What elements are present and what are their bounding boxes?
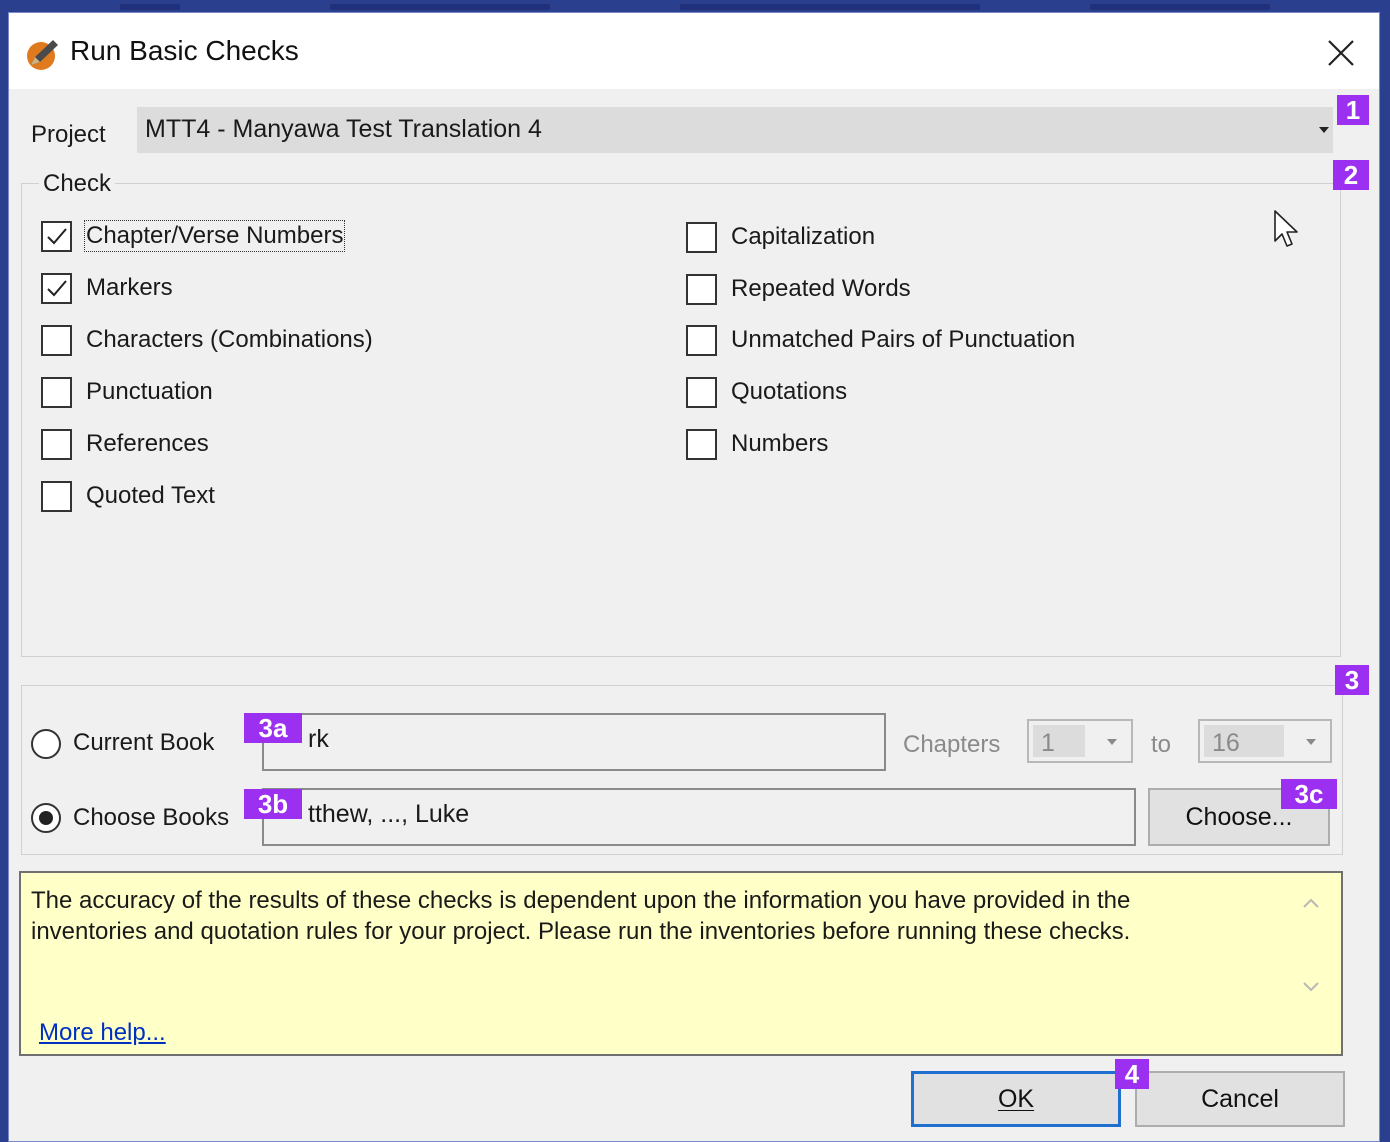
checkbox-box[interactable]	[41, 377, 72, 408]
checkbox-label: Unmatched Pairs of Punctuation	[731, 326, 1076, 353]
checkbox-label: Capitalization	[731, 223, 876, 250]
chevron-down-icon	[1107, 739, 1117, 745]
check-groupbox	[21, 183, 1341, 657]
checkbox-box[interactable]	[686, 377, 717, 408]
project-selected-value: MTT4 - Manyawa Test Translation 4	[145, 115, 542, 143]
title-bar[interactable]: Run Basic Checks	[9, 13, 1379, 89]
ok-button[interactable]: OK	[911, 1071, 1121, 1127]
checkmark-icon	[47, 280, 67, 297]
checkbox-box[interactable]	[686, 222, 717, 253]
checkbox-label: Characters (Combinations)	[86, 326, 373, 353]
checkbox-box[interactable]	[41, 221, 72, 252]
choose-books-value: tthew, ..., Luke	[308, 800, 470, 828]
chapter-to-value: 16	[1212, 729, 1240, 757]
project-dropdown[interactable]: MTT4 - Manyawa Test Translation 4	[137, 107, 1333, 153]
checkbox-label: Chapter/Verse Numbers	[83, 220, 346, 252]
checkbox-box[interactable]	[41, 273, 72, 304]
annotation-badge-3c: 3c	[1281, 779, 1337, 809]
window-title: Run Basic Checks	[70, 35, 299, 66]
to-label: to	[1151, 731, 1172, 758]
checkbox-box[interactable]	[41, 429, 72, 460]
cancel-button-label: Cancel	[1201, 1085, 1279, 1113]
info-message: The accuracy of the results of these che…	[31, 887, 1131, 945]
chapter-from-dropdown[interactable]: 1	[1027, 719, 1133, 763]
annotation-badge-1: 1	[1337, 95, 1369, 125]
checkbox-label: Markers	[86, 274, 173, 301]
more-help-link[interactable]: More help...	[39, 1019, 166, 1047]
check-group-legend: Check	[39, 170, 116, 198]
choose-books-field[interactable]: tthew, ..., Luke	[262, 788, 1136, 846]
current-book-label: Current Book	[73, 729, 215, 756]
mouse-cursor-icon	[1274, 210, 1298, 247]
run-basic-checks-dialog: Run Basic Checks Project MTT4 - Manyawa …	[8, 12, 1380, 1142]
current-book-field[interactable]: rk	[262, 713, 886, 771]
close-icon[interactable]	[1321, 33, 1361, 73]
ok-button-label: OK	[997, 1085, 1035, 1113]
project-label: Project	[31, 121, 106, 148]
annotation-badge-4: 4	[1115, 1059, 1149, 1089]
checkbox-label: Quotations	[731, 378, 848, 405]
annotation-badge-3b: 3b	[244, 789, 302, 819]
choose-books-radio[interactable]	[31, 803, 61, 833]
chevron-down-icon	[1319, 127, 1329, 133]
chapters-label: Chapters	[903, 731, 1001, 758]
checkbox-box[interactable]	[41, 481, 72, 512]
chapter-to-dropdown[interactable]: 16	[1198, 719, 1332, 763]
current-book-radio[interactable]	[31, 729, 61, 759]
checkbox-label: Quoted Text	[86, 482, 215, 509]
info-panel: The accuracy of the results of these che…	[19, 871, 1343, 1056]
checkbox-label: Punctuation	[86, 378, 213, 405]
scroll-down-icon[interactable]	[1299, 977, 1323, 997]
checkbox-box[interactable]	[41, 325, 72, 356]
current-book-value: rk	[308, 725, 329, 753]
checkmark-icon	[47, 228, 67, 245]
background-window-strip	[0, 0, 1390, 12]
annotation-badge-3a: 3a	[244, 713, 302, 743]
cancel-button[interactable]: Cancel	[1135, 1071, 1345, 1127]
scroll-up-icon[interactable]	[1299, 893, 1323, 913]
chevron-down-icon	[1306, 739, 1316, 745]
annotation-badge-2: 2	[1333, 160, 1369, 190]
checkbox-label: Numbers	[731, 430, 829, 457]
checkbox-label: Repeated Words	[731, 275, 911, 302]
checkbox-box[interactable]	[686, 429, 717, 460]
checkbox-box[interactable]	[686, 325, 717, 356]
annotation-badge-3: 3	[1335, 665, 1369, 695]
checkbox-label: References	[86, 430, 209, 457]
pencil-badge-icon	[27, 40, 58, 70]
checkbox-box[interactable]	[686, 274, 717, 305]
chapter-from-value: 1	[1041, 729, 1055, 757]
choose-books-label: Choose Books	[73, 804, 230, 831]
